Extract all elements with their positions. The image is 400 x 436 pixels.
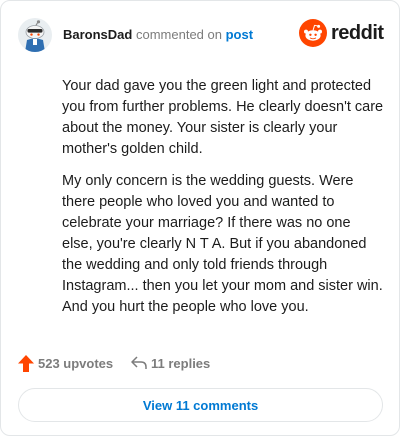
comment-card: BaronsDad commented on post reddit Your … bbox=[0, 0, 400, 436]
post-link[interactable]: post bbox=[226, 27, 253, 42]
action-text: commented on bbox=[135, 27, 222, 42]
user-avatar[interactable] bbox=[18, 18, 52, 52]
reply-arrow-icon bbox=[131, 356, 147, 369]
reddit-logo: reddit bbox=[299, 19, 384, 49]
comment-header: BaronsDad commented on post reddit bbox=[18, 18, 384, 52]
snoo-avatar-icon bbox=[18, 18, 52, 52]
reply-count: 11 replies bbox=[151, 356, 211, 371]
comment-body: Your dad gave you the green light and pr… bbox=[62, 76, 385, 329]
username-link[interactable]: BaronsDad bbox=[63, 27, 132, 42]
reddit-wordmark: reddit bbox=[331, 22, 384, 44]
reddit-snoo-icon bbox=[299, 19, 327, 47]
view-comments-button[interactable]: View 11 comments bbox=[18, 388, 383, 422]
comment-paragraph: My only concern is the wedding guests. W… bbox=[62, 173, 383, 315]
upvote-arrow-icon bbox=[18, 355, 34, 372]
upvote-count: 523 upvotes bbox=[38, 356, 114, 371]
comment-paragraph: Your dad gave you the green light and pr… bbox=[62, 78, 384, 157]
comment-meta: BaronsDad commented on post bbox=[63, 27, 253, 42]
